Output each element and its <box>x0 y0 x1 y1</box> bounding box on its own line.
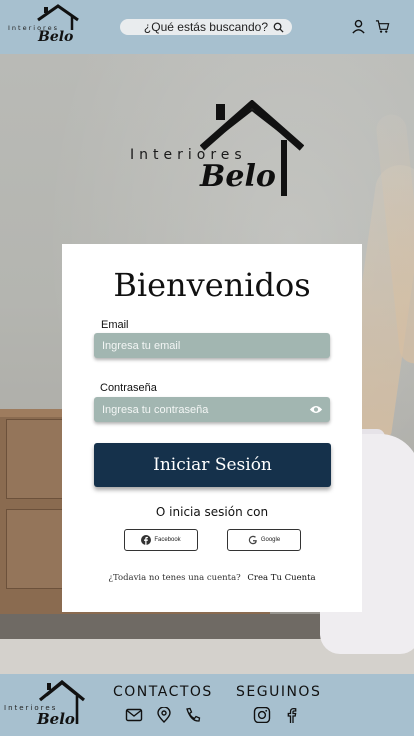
signup-question: ¿Todavia no tenes una cuenta? <box>108 573 241 583</box>
google-icon <box>248 535 257 545</box>
search-bar[interactable]: ¿Qué estás buscando? <box>120 19 292 35</box>
hero-logo: Interiores Belo <box>128 100 308 200</box>
google-login-button[interactable]: Google <box>227 529 301 551</box>
login-title: Bienvenidos <box>113 266 311 304</box>
signup-row: ¿Todavia no tenes una cuenta? Crea Tu Cu… <box>62 573 362 583</box>
drawer <box>6 509 66 589</box>
password-field[interactable] <box>102 403 292 416</box>
facebook-login-button[interactable]: Facebook <box>124 529 198 551</box>
brand-bottom-text: Belo <box>37 710 75 728</box>
user-icon[interactable] <box>351 19 366 34</box>
footer: Interiores Belo CONTACTOS SEGUINOS <box>0 674 414 736</box>
login-card: Bienvenidos Email Contraseña Iniciar Ses… <box>62 244 362 612</box>
email-label: Email <box>101 319 129 331</box>
footer-logo[interactable]: Interiores Belo <box>4 680 86 728</box>
facebook-label: Facebook <box>154 537 181 543</box>
facebook-icon <box>141 535 152 545</box>
drawer <box>6 419 66 499</box>
phone-icon[interactable] <box>184 707 202 723</box>
instagram-icon[interactable] <box>253 707 271 723</box>
mail-icon[interactable] <box>125 707 143 723</box>
cart-icon[interactable] <box>375 19 390 34</box>
alt-login-text: O inicia sesión con <box>155 505 269 519</box>
header-logo[interactable]: Interiores Belo <box>8 4 82 46</box>
eye-icon[interactable] <box>309 404 323 415</box>
password-field-wrapper <box>94 397 330 422</box>
location-icon[interactable] <box>155 707 173 723</box>
contact-heading: CONTACTOS <box>113 684 213 700</box>
signup-link[interactable]: Crea Tu Cuenta <box>247 573 315 583</box>
facebook-icon[interactable] <box>283 707 301 723</box>
email-field[interactable] <box>102 339 292 352</box>
top-header: Interiores Belo ¿Qué estás buscando? <box>0 0 414 54</box>
brand-bottom-text: Belo <box>38 29 74 45</box>
follow-heading: SEGUINOS <box>236 684 322 700</box>
search-icon[interactable] <box>273 22 284 33</box>
password-label: Contraseña <box>100 382 157 394</box>
email-field-wrapper <box>94 333 330 358</box>
brand-bottom-text: Belo <box>200 159 276 194</box>
google-label: Google <box>260 537 281 543</box>
search-placeholder: ¿Qué estás buscando? <box>143 20 268 34</box>
login-button[interactable]: Iniciar Sesión <box>94 443 331 487</box>
